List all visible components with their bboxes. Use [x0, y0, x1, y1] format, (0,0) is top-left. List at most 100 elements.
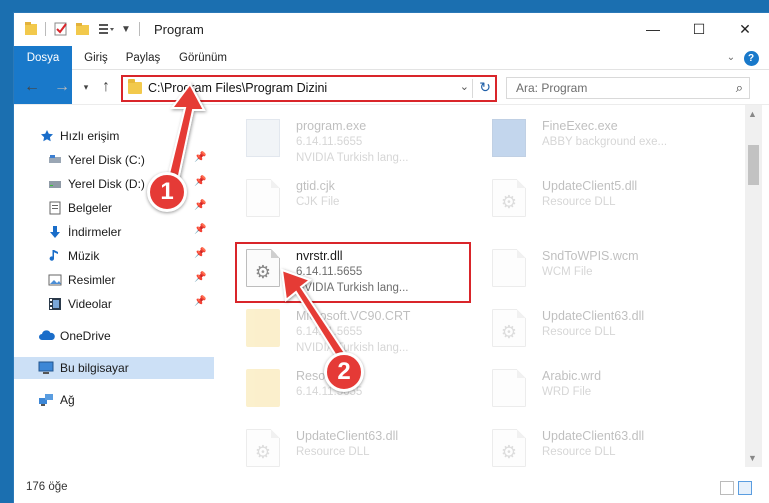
- pin-icon[interactable]: 📌: [194, 200, 206, 211]
- pictures-icon: [48, 274, 62, 286]
- sidebar-item-label: Videolar: [68, 297, 112, 311]
- gear-icon: ⚙: [500, 192, 518, 212]
- file-name: gtid.cjk: [296, 179, 335, 193]
- file-item[interactable]: Arabic.wrd WRD File: [484, 359, 724, 417]
- file-description: ABBY background exe...: [542, 136, 668, 148]
- address-path[interactable]: C:\Program Files\Program Dizini: [148, 81, 327, 95]
- up-arrow-icon[interactable]: ↑: [96, 77, 116, 97]
- sidebar-item-music[interactable]: Müzik 📌: [14, 245, 214, 267]
- dll-icon: ⚙: [492, 309, 526, 347]
- vertical-scrollbar[interactable]: ▲ ▼: [745, 105, 762, 467]
- file-item[interactable]: FineExec.exe ABBY background exe...: [484, 109, 724, 167]
- dll-icon: ⚙: [492, 429, 526, 467]
- refresh-icon[interactable]: ↻: [479, 79, 491, 96]
- properties-icon[interactable]: [53, 21, 69, 37]
- file-name: UpdateClient63.dll: [542, 309, 645, 323]
- file-type: Resource DLL: [296, 446, 370, 458]
- search-placeholder: Ara: Program: [516, 81, 588, 95]
- pin-icon[interactable]: 📌: [194, 176, 206, 187]
- tiles-view-icon[interactable]: [738, 481, 752, 495]
- file-item[interactable]: ⚙ UpdateClient63.dll Resource DLL: [484, 299, 724, 357]
- file-item[interactable]: ⚙ UpdateClient63.dll Resource DLL: [238, 419, 478, 467]
- status-bar: 176 öğe: [14, 473, 769, 503]
- gear-icon: ⚙: [254, 442, 272, 462]
- search-input[interactable]: Ara: Program ⌕: [506, 77, 750, 99]
- sidebar-item-pictures[interactable]: Resimler 📌: [14, 269, 214, 291]
- sidebar-item-downloads[interactable]: İndirmeler 📌: [14, 221, 214, 243]
- back-arrow-icon[interactable]: ←: [22, 77, 42, 97]
- videos-icon: [49, 298, 61, 310]
- chevron-down-icon[interactable]: ▼: [121, 24, 131, 35]
- file-item[interactable]: gtid.cjk CJK File: [238, 169, 478, 227]
- star-icon: [41, 130, 53, 142]
- sidebar-item-label: Bu bilgisayar: [60, 361, 129, 375]
- new-folder-icon[interactable]: [75, 21, 91, 37]
- title-bar: ▼ Program — ☐ ✕: [14, 13, 769, 46]
- sidebar-item-onedrive[interactable]: OneDrive: [14, 325, 214, 347]
- file-type: Resource DLL: [542, 196, 616, 208]
- forward-arrow-icon[interactable]: →: [52, 77, 72, 97]
- divider: [45, 22, 46, 36]
- file-type: WRD File: [542, 386, 592, 398]
- address-bar[interactable]: C:\Program Files\Program Dizini ⌄ ↻: [121, 75, 497, 102]
- exe-icon: [246, 119, 280, 157]
- file-name: program.exe: [296, 119, 367, 133]
- file-icon: [246, 179, 280, 217]
- search-icon[interactable]: ⌕: [736, 80, 743, 96]
- minimize-button[interactable]: —: [630, 13, 676, 45]
- sidebar-item-local-disk-c[interactable]: Yerel Disk (C:) 📌: [14, 149, 214, 171]
- scroll-up-icon[interactable]: ▲: [748, 109, 757, 119]
- sidebar-item-label: Ağ: [60, 393, 75, 407]
- file-item[interactable]: SndToWPIS.wcm WCM File: [484, 239, 724, 297]
- help-icon: ?: [743, 51, 759, 66]
- file-name: UpdateClient63.dll: [296, 429, 399, 443]
- navigation-bar: ← → ▾ ↑ C:\Program Files\Program Dizini …: [14, 71, 769, 105]
- sidebar-item-quick-access[interactable]: Hızlı erişim: [14, 125, 214, 147]
- pin-icon[interactable]: 📌: [194, 272, 206, 283]
- explorer-window: ▼ Program — ☐ ✕ Dosya Giriş Paylaş Görün…: [13, 12, 769, 503]
- file-version: 6.14.11.5655: [296, 326, 363, 338]
- folder-icon[interactable]: [24, 21, 38, 37]
- scroll-down-icon[interactable]: ▼: [748, 453, 757, 463]
- file-name: Arabic.wrd: [542, 369, 602, 383]
- folder-icon: [128, 79, 142, 94]
- sidebar-item-label: Hızlı erişim: [60, 129, 120, 143]
- window-title: Program: [154, 22, 204, 37]
- pin-icon[interactable]: 📌: [194, 296, 206, 307]
- file-type: Resource DLL: [542, 326, 616, 338]
- pin-icon[interactable]: 📌: [194, 224, 206, 235]
- file-item[interactable]: ⚙ UpdateClient63.dll Resource DLL: [484, 419, 724, 467]
- pin-icon[interactable]: 📌: [194, 248, 206, 259]
- chevron-down-icon[interactable]: ⌄: [460, 80, 469, 93]
- scrollbar-thumb[interactable]: [748, 145, 759, 185]
- sidebar-item-label: OneDrive: [60, 329, 111, 343]
- file-description: NVIDIA Turkish lang...: [296, 342, 409, 354]
- file-icon: [492, 369, 526, 407]
- details-view-icon[interactable]: [720, 481, 734, 495]
- navigation-pane: Hızlı erişim Yerel Disk (C:) 📌 Yerel Dis…: [14, 105, 214, 465]
- sidebar-item-label: İndirmeler: [68, 225, 122, 239]
- recent-locations-icon[interactable]: ▾: [76, 77, 96, 97]
- network-icon: [39, 394, 53, 406]
- help-button[interactable]: ?: [740, 46, 762, 70]
- sidebar-item-label: Belgeler: [68, 201, 113, 215]
- file-item[interactable]: ⚙ UpdateClient5.dll Resource DLL: [484, 169, 724, 227]
- folder-icon: [246, 309, 280, 347]
- maximize-button[interactable]: ☐: [676, 13, 722, 45]
- tab-view[interactable]: Görünüm: [172, 46, 234, 70]
- file-item[interactable]: program.exe 6.14.11.5655 NVIDIA Turkish …: [238, 109, 478, 167]
- sidebar-item-videos[interactable]: Videolar 📌: [14, 293, 214, 315]
- divider: [138, 22, 140, 36]
- customize-toolbar-icon[interactable]: [97, 21, 115, 37]
- tab-share[interactable]: Paylaş: [120, 46, 166, 70]
- ribbon-tabs: Dosya Giriş Paylaş Görünüm ⌄ ?: [14, 46, 769, 104]
- file-item[interactable]: Microsoft.VC90.CRT 6.14.11.5655 NVIDIA T…: [238, 299, 478, 357]
- sidebar-item-this-pc[interactable]: Bu bilgisayar: [14, 357, 214, 379]
- file-name: UpdateClient63.dll: [542, 429, 645, 443]
- gear-icon: ⚙: [500, 322, 518, 342]
- expand-ribbon-icon[interactable]: ⌄: [722, 46, 740, 70]
- pin-icon[interactable]: 📌: [194, 152, 206, 163]
- sidebar-item-network[interactable]: Ağ: [14, 389, 214, 411]
- close-button[interactable]: ✕: [722, 13, 768, 45]
- tab-home[interactable]: Giriş: [76, 46, 116, 70]
